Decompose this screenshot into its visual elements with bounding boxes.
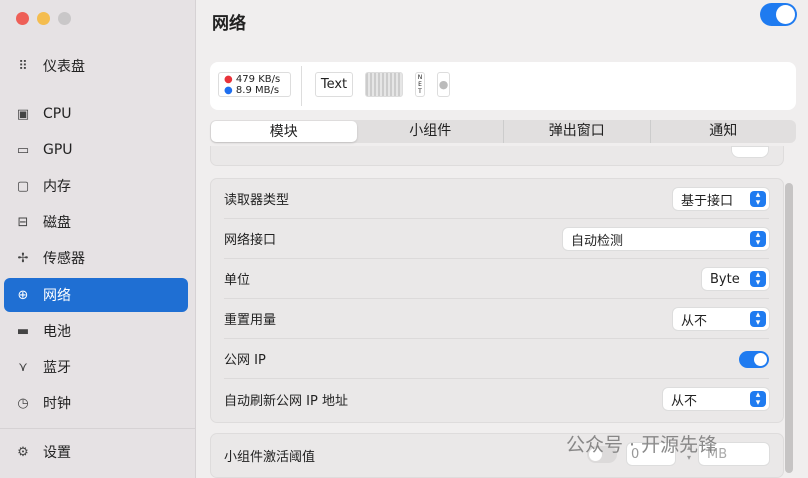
- setting-row-public-ip: 公网 IP: [224, 339, 769, 379]
- scrollbar[interactable]: [785, 183, 793, 473]
- interface-select[interactable]: 自动检测 ▴ ▾: [563, 228, 769, 250]
- close-button[interactable]: [16, 12, 29, 25]
- public-ip-toggle[interactable]: [739, 351, 769, 368]
- globe-icon: ⊕: [17, 287, 29, 303]
- chevron-updown-icon: ▴ ▾: [750, 231, 766, 248]
- text-widget[interactable]: Text: [315, 72, 353, 97]
- module-enable-toggle[interactable]: [760, 3, 797, 26]
- cpu-icon: ▣: [16, 106, 30, 122]
- speed-widget[interactable]: ● 479 KB/s ● 8.9 MB/s: [218, 72, 291, 97]
- sidebar-item-memory[interactable]: ▢ 内存: [4, 169, 188, 203]
- net-label-widget[interactable]: NET: [415, 72, 425, 97]
- sidebar-item-network[interactable]: ⊕ 网络: [4, 278, 188, 312]
- sidebar: ⠿ 仪表盘 ▣ CPU ▭ GPU ▢ 内存 ⊟ 磁盘 ✢ 传感器 ⊕ 网络 ▬ 电池 ⋎ 蓝牙 …: [0, 0, 196, 478]
- tab-bar: 模块 小组件 弹出窗口 通知: [210, 120, 796, 143]
- chevron-updown-icon: ▴ ▾: [750, 311, 766, 328]
- battery-icon: ▬: [16, 323, 30, 339]
- setting-row-unit: 单位 Byte ▴ ▾: [224, 259, 769, 299]
- watermark: 公众号 · 开源先锋: [566, 434, 718, 456]
- minimize-button[interactable]: [37, 12, 50, 25]
- bluetooth-icon: ⋎: [18, 359, 28, 375]
- setting-row-auto-refresh-ip: 自动刷新公网 IP 地址 从不 ▴ ▾: [224, 379, 769, 419]
- sidebar-item-gpu[interactable]: ▭ GPU: [4, 133, 188, 167]
- sidebar-item-dashboard[interactable]: ⠿ 仪表盘: [4, 49, 188, 83]
- state-widget[interactable]: ●: [437, 72, 450, 97]
- download-dot-icon: ●: [224, 84, 233, 96]
- settings-card: 读取器类型 基于接口 ▴ ▾ 网络接口 自动检测 ▴ ▾ 单位 Byte ▴ ▾ 重置用量 …: [210, 178, 784, 423]
- page-title: 网络: [212, 14, 246, 34]
- chevron-updown-icon: ▴ ▾: [750, 391, 766, 408]
- zoom-button[interactable]: [58, 12, 71, 25]
- sidebar-item-disk[interactable]: ⊟ 磁盘: [4, 205, 188, 239]
- reset-usage-select[interactable]: 从不 ▴ ▾: [673, 308, 769, 330]
- auto-refresh-ip-select[interactable]: 从不 ▴ ▾: [663, 388, 769, 410]
- disk-icon: ⊟: [17, 214, 29, 230]
- reader-type-select[interactable]: 基于接口 ▴ ▾: [673, 188, 769, 210]
- main-panel: 网络 ● 479 KB/s ● 8.9 MB/s Text NET ● 模块 小…: [197, 0, 808, 478]
- chart-widget[interactable]: [365, 72, 403, 97]
- clock-icon: ◷: [17, 395, 29, 411]
- gear-icon: ⚙: [17, 444, 29, 460]
- previous-card: [210, 146, 784, 166]
- tab-widgets[interactable]: 小组件: [358, 120, 504, 143]
- monitor-icon: ▭: [16, 142, 30, 158]
- upload-dot-icon: ●: [224, 73, 233, 85]
- tab-popup[interactable]: 弹出窗口: [503, 120, 650, 143]
- setting-row-reader-type: 读取器类型 基于接口 ▴ ▾: [224, 179, 769, 219]
- unit-select[interactable]: Byte ▴ ▾: [702, 268, 769, 290]
- sidebar-item-settings[interactable]: ⚙ 设置: [4, 435, 188, 469]
- grid-icon: ⠿: [18, 58, 28, 74]
- setting-row-reset-usage: 重置用量 从不 ▴ ▾: [224, 299, 769, 339]
- tab-module[interactable]: 模块: [211, 121, 357, 142]
- chevron-updown-icon: ▴ ▾: [750, 191, 766, 208]
- sidebar-item-clock[interactable]: ◷ 时钟: [4, 386, 188, 420]
- fan-icon: ✢: [17, 250, 29, 266]
- setting-row-interface: 网络接口 自动检测 ▴ ▾: [224, 219, 769, 259]
- memory-icon: ▢: [16, 178, 30, 194]
- widget-preview: ● 479 KB/s ● 8.9 MB/s Text NET ●: [210, 62, 796, 110]
- chevron-updown-icon: ▴ ▾: [750, 271, 766, 288]
- sidebar-item-bluetooth[interactable]: ⋎ 蓝牙: [4, 350, 188, 384]
- sidebar-item-battery[interactable]: ▬ 电池: [4, 314, 188, 348]
- tab-notifications[interactable]: 通知: [649, 120, 797, 143]
- window-controls: [16, 12, 71, 25]
- sidebar-item-sensors[interactable]: ✢ 传感器: [4, 241, 188, 275]
- sidebar-item-cpu[interactable]: ▣ CPU: [4, 97, 188, 131]
